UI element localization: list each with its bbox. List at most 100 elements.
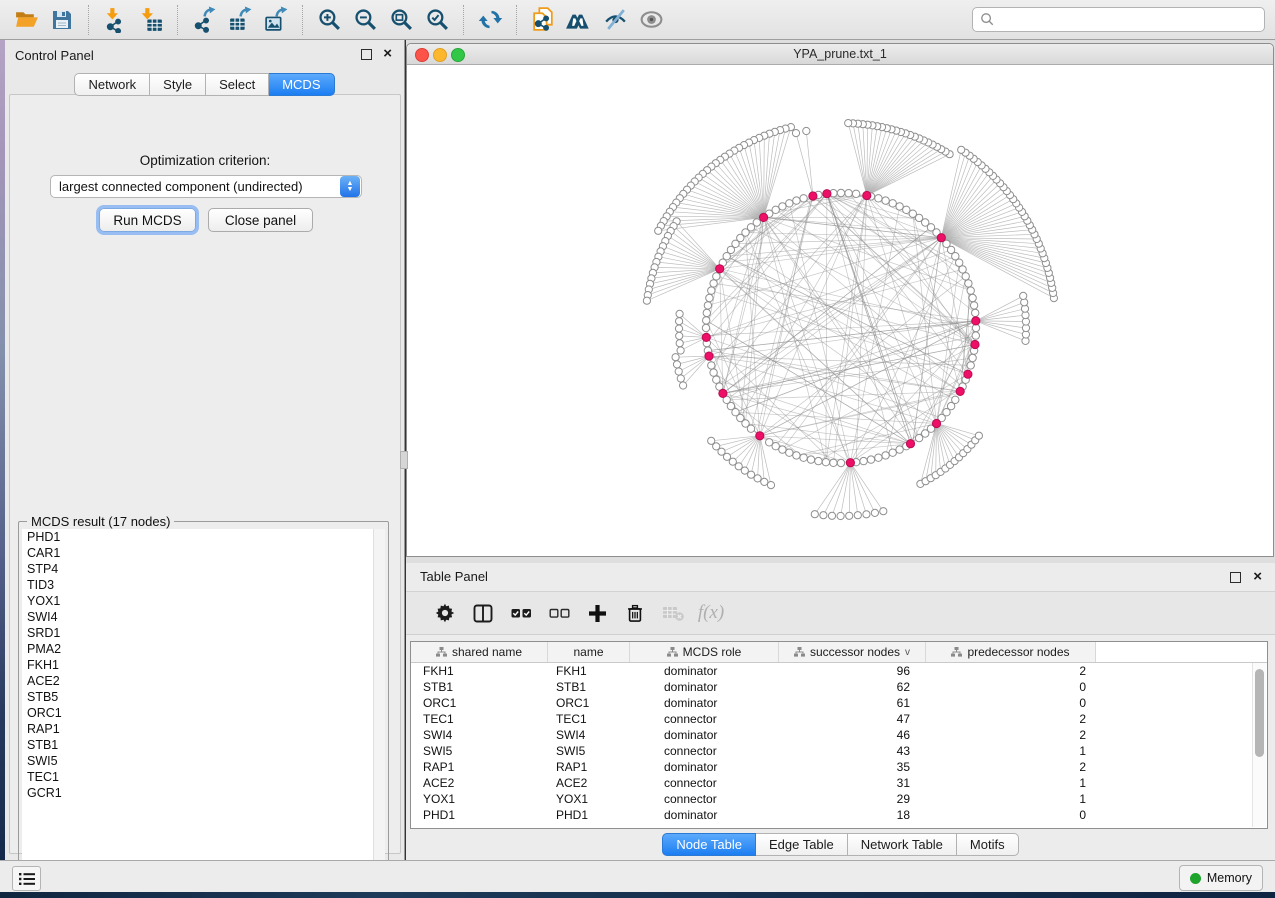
mcds-hub-node[interactable]: [964, 370, 972, 378]
graph-node[interactable]: [882, 197, 889, 204]
graph-leaf-node[interactable]: [676, 340, 683, 347]
graph-leaf-node[interactable]: [643, 297, 650, 304]
column-header-predecessor-nodes[interactable]: predecessor nodes: [926, 642, 1096, 662]
graph-leaf-node[interactable]: [677, 347, 684, 354]
graph-node[interactable]: [972, 332, 979, 339]
mcds-hub-node[interactable]: [937, 234, 945, 242]
memory-button[interactable]: Memory: [1179, 865, 1263, 891]
graph-leaf-node[interactable]: [975, 432, 982, 439]
table-cell[interactable]: ACE2: [548, 775, 630, 791]
table-cell[interactable]: FKH1: [548, 663, 630, 679]
mcds-hub-node[interactable]: [716, 265, 724, 273]
mcds-hub-node[interactable]: [719, 389, 727, 397]
graph-leaf-node[interactable]: [672, 354, 679, 361]
graph-node[interactable]: [710, 280, 717, 287]
graph-leaf-node[interactable]: [880, 508, 887, 515]
graph-node[interactable]: [965, 280, 972, 287]
graph-node[interactable]: [800, 454, 807, 461]
graph-leaf-node[interactable]: [677, 375, 684, 382]
hide-visual-button[interactable]: [597, 4, 633, 36]
table-cell[interactable]: connector: [630, 775, 779, 791]
mcds-hub-node[interactable]: [760, 213, 768, 221]
graph-node[interactable]: [867, 456, 874, 463]
mcds-result-item[interactable]: TEC1: [22, 769, 385, 785]
table-cell[interactable]: 0: [926, 695, 1096, 711]
graph-node[interactable]: [882, 452, 889, 459]
column-header-shared-name[interactable]: shared name: [411, 642, 548, 662]
graph-leaf-node[interactable]: [820, 512, 827, 519]
mcds-hub-node[interactable]: [846, 459, 854, 467]
mcds-hub-node[interactable]: [971, 340, 979, 348]
table-cell[interactable]: 31: [779, 775, 926, 791]
table-cell[interactable]: 2: [926, 711, 1096, 727]
graph-node[interactable]: [969, 354, 976, 361]
table-cell[interactable]: connector: [630, 791, 779, 807]
mcds-result-item[interactable]: SRD1: [22, 625, 385, 641]
save-session-button[interactable]: [44, 4, 80, 36]
graph-node[interactable]: [815, 457, 822, 464]
table-row[interactable]: STB1STB1dominator620: [411, 679, 1267, 695]
graph-node[interactable]: [807, 456, 814, 463]
graph-leaf-node[interactable]: [958, 146, 965, 153]
optimization-criterion-select[interactable]: largest connected component (undirected)…: [50, 175, 362, 198]
graph-node[interactable]: [852, 190, 859, 197]
table-cell[interactable]: 1: [926, 791, 1096, 807]
graph-leaf-node[interactable]: [803, 127, 810, 134]
graph-leaf-node[interactable]: [761, 478, 768, 485]
open-file-button[interactable]: [8, 4, 44, 36]
mcds-hub-node[interactable]: [823, 190, 831, 198]
graph-node[interactable]: [747, 425, 754, 432]
graph-node[interactable]: [706, 294, 713, 301]
table-cell[interactable]: 29: [779, 791, 926, 807]
mcds-hub-node[interactable]: [906, 440, 914, 448]
table-cell[interactable]: YOX1: [411, 791, 548, 807]
mcds-hub-node[interactable]: [932, 419, 940, 427]
table-row[interactable]: ORC1ORC1dominator610: [411, 695, 1267, 711]
graph-leaf-node[interactable]: [1020, 292, 1027, 299]
table-cell[interactable]: ORC1: [548, 695, 630, 711]
table-cell[interactable]: connector: [630, 711, 779, 727]
graph-node[interactable]: [703, 317, 710, 324]
graph-leaf-node[interactable]: [680, 382, 687, 389]
graph-leaf-node[interactable]: [863, 511, 870, 518]
graph-leaf-node[interactable]: [655, 227, 662, 234]
graph-node[interactable]: [793, 452, 800, 459]
mcds-result-item[interactable]: PMA2: [22, 641, 385, 657]
tab-edge-table[interactable]: Edge Table: [756, 833, 848, 856]
mcds-result-item[interactable]: CAR1: [22, 545, 385, 561]
graph-leaf-node[interactable]: [676, 318, 683, 325]
table-row[interactable]: SWI5SWI5connector431: [411, 743, 1267, 759]
mcds-result-item[interactable]: GCR1: [22, 785, 385, 801]
table-row[interactable]: SWI4SWI4dominator462: [411, 727, 1267, 743]
show-eye-button[interactable]: [633, 4, 669, 36]
mcds-result-item[interactable]: STB1: [22, 737, 385, 753]
graph-leaf-node[interactable]: [675, 325, 682, 332]
graph-node[interactable]: [952, 396, 959, 403]
tab-node-table[interactable]: Node Table: [662, 833, 756, 856]
graph-node[interactable]: [962, 273, 969, 280]
graph-node[interactable]: [889, 449, 896, 456]
tab-network[interactable]: Network: [74, 73, 150, 96]
table-cell[interactable]: RAP1: [411, 759, 548, 775]
tab-motifs[interactable]: Motifs: [957, 833, 1019, 856]
table-row[interactable]: TEC1TEC1connector472: [411, 711, 1267, 727]
tab-select[interactable]: Select: [206, 73, 269, 96]
graph-leaf-node[interactable]: [675, 368, 682, 375]
graph-leaf-node[interactable]: [792, 130, 799, 137]
table-cell[interactable]: 2: [926, 759, 1096, 775]
table-cell[interactable]: PHD1: [548, 807, 630, 823]
select-all-button[interactable]: [502, 596, 540, 630]
run-mcds-button[interactable]: Run MCDS: [99, 208, 196, 232]
mcds-result-item[interactable]: PHD1: [22, 529, 385, 545]
float-table-panel-button[interactable]: [1230, 572, 1241, 583]
table-cell[interactable]: 47: [779, 711, 926, 727]
graph-node[interactable]: [837, 459, 844, 466]
graph-leaf-node[interactable]: [676, 332, 683, 339]
table-cell[interactable]: STB1: [548, 679, 630, 695]
mcds-list-scrollbar[interactable]: [373, 529, 385, 885]
refresh-button[interactable]: [472, 4, 508, 36]
create-column-button[interactable]: [578, 596, 616, 630]
table-scrollbar-thumb[interactable]: [1255, 669, 1264, 757]
table-cell[interactable]: dominator: [630, 807, 779, 823]
graph-node[interactable]: [786, 200, 793, 207]
